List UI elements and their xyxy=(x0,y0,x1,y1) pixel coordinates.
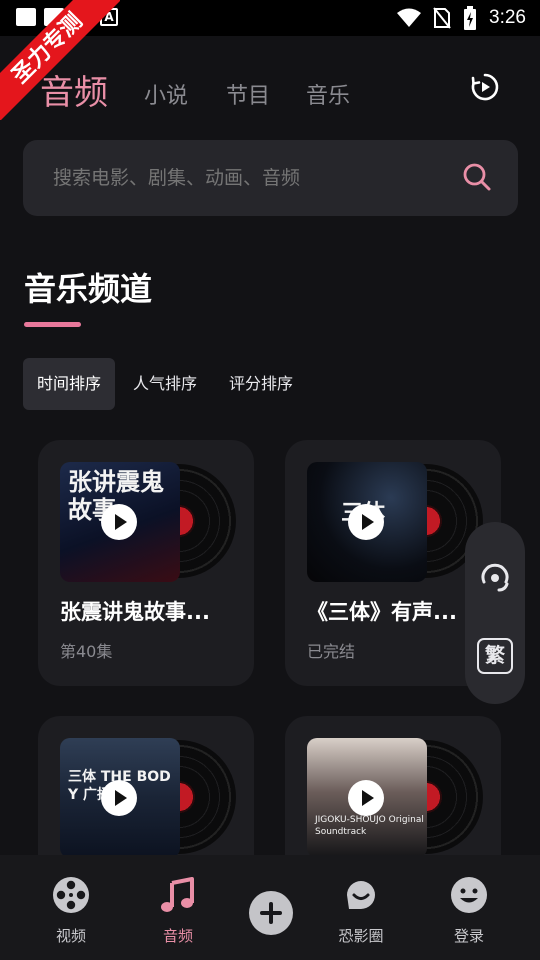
play-icon[interactable] xyxy=(101,504,137,540)
film-reel-icon xyxy=(53,877,89,913)
floating-tool-panel: 繁 xyxy=(465,522,525,704)
nav-community[interactable]: 恐影圈 xyxy=(316,855,406,960)
sort-bar: 时间排序 人气排序 评分排序 xyxy=(23,358,311,410)
smiley-face-icon xyxy=(451,877,487,913)
section-title: 音乐频道 xyxy=(24,270,153,308)
album-art: JIGOKU-SHOUJO Original Soundtrack xyxy=(307,738,483,860)
nav-video[interactable]: 视频 xyxy=(26,855,116,960)
nav-audio[interactable]: 音频 xyxy=(133,855,223,960)
nav-label: 音频 xyxy=(162,927,193,945)
play-icon[interactable] xyxy=(348,780,384,816)
audio-card[interactable]: 张讲震鬼故事 张震讲鬼故事... 第40集 xyxy=(38,440,254,686)
play-history-icon[interactable] xyxy=(470,72,500,102)
nav-label: 视频 xyxy=(55,927,86,945)
album-art: 张讲震鬼故事 xyxy=(60,462,236,584)
test-ribbon: 圣力专测 xyxy=(0,0,120,120)
no-sim-icon xyxy=(433,7,451,29)
smile-bubble-icon xyxy=(347,881,375,909)
sort-by-time[interactable]: 时间排序 xyxy=(23,358,116,410)
album-art: 三体 THE BODY 广播剧 xyxy=(60,738,236,860)
section-underline xyxy=(24,322,81,327)
status-time: 3:26 xyxy=(489,7,526,28)
nav-label: 登录 xyxy=(453,927,484,945)
nav-label: 恐影圈 xyxy=(338,927,384,945)
tab-music[interactable]: 音乐 xyxy=(306,78,350,110)
card-title: 《三体》有声... xyxy=(307,600,457,624)
tab-novel[interactable]: 小说 xyxy=(144,78,188,110)
tab-program[interactable]: 节目 xyxy=(226,78,270,110)
card-episode: 第40集 xyxy=(60,642,113,661)
search-icon[interactable] xyxy=(462,162,492,192)
play-icon[interactable] xyxy=(101,780,137,816)
music-note-icon xyxy=(161,877,194,912)
cover-text: JIGOKU-SHOUJO Original Soundtrack xyxy=(315,815,424,837)
card-status: 已完结 xyxy=(307,642,356,661)
sort-by-rating[interactable]: 评分排序 xyxy=(215,358,307,410)
search-input[interactable] xyxy=(53,140,433,216)
nav-login[interactable]: 登录 xyxy=(424,855,514,960)
add-button[interactable] xyxy=(249,891,293,935)
album-art: 三体 xyxy=(307,462,483,584)
bottom-nav: 视频 音频 恐影圈 登录 xyxy=(0,855,540,960)
wifi-icon xyxy=(397,8,422,27)
battery-icon xyxy=(464,6,477,30)
card-title: 张震讲鬼故事... xyxy=(60,600,210,624)
traditional-chinese-toggle[interactable]: 繁 xyxy=(477,638,513,674)
search-bar[interactable] xyxy=(23,140,518,216)
customer-service-icon[interactable] xyxy=(477,560,513,596)
play-icon[interactable] xyxy=(348,504,384,540)
ribbon-label: 圣力专测 xyxy=(0,0,120,120)
sort-by-popularity[interactable]: 人气排序 xyxy=(119,358,211,410)
